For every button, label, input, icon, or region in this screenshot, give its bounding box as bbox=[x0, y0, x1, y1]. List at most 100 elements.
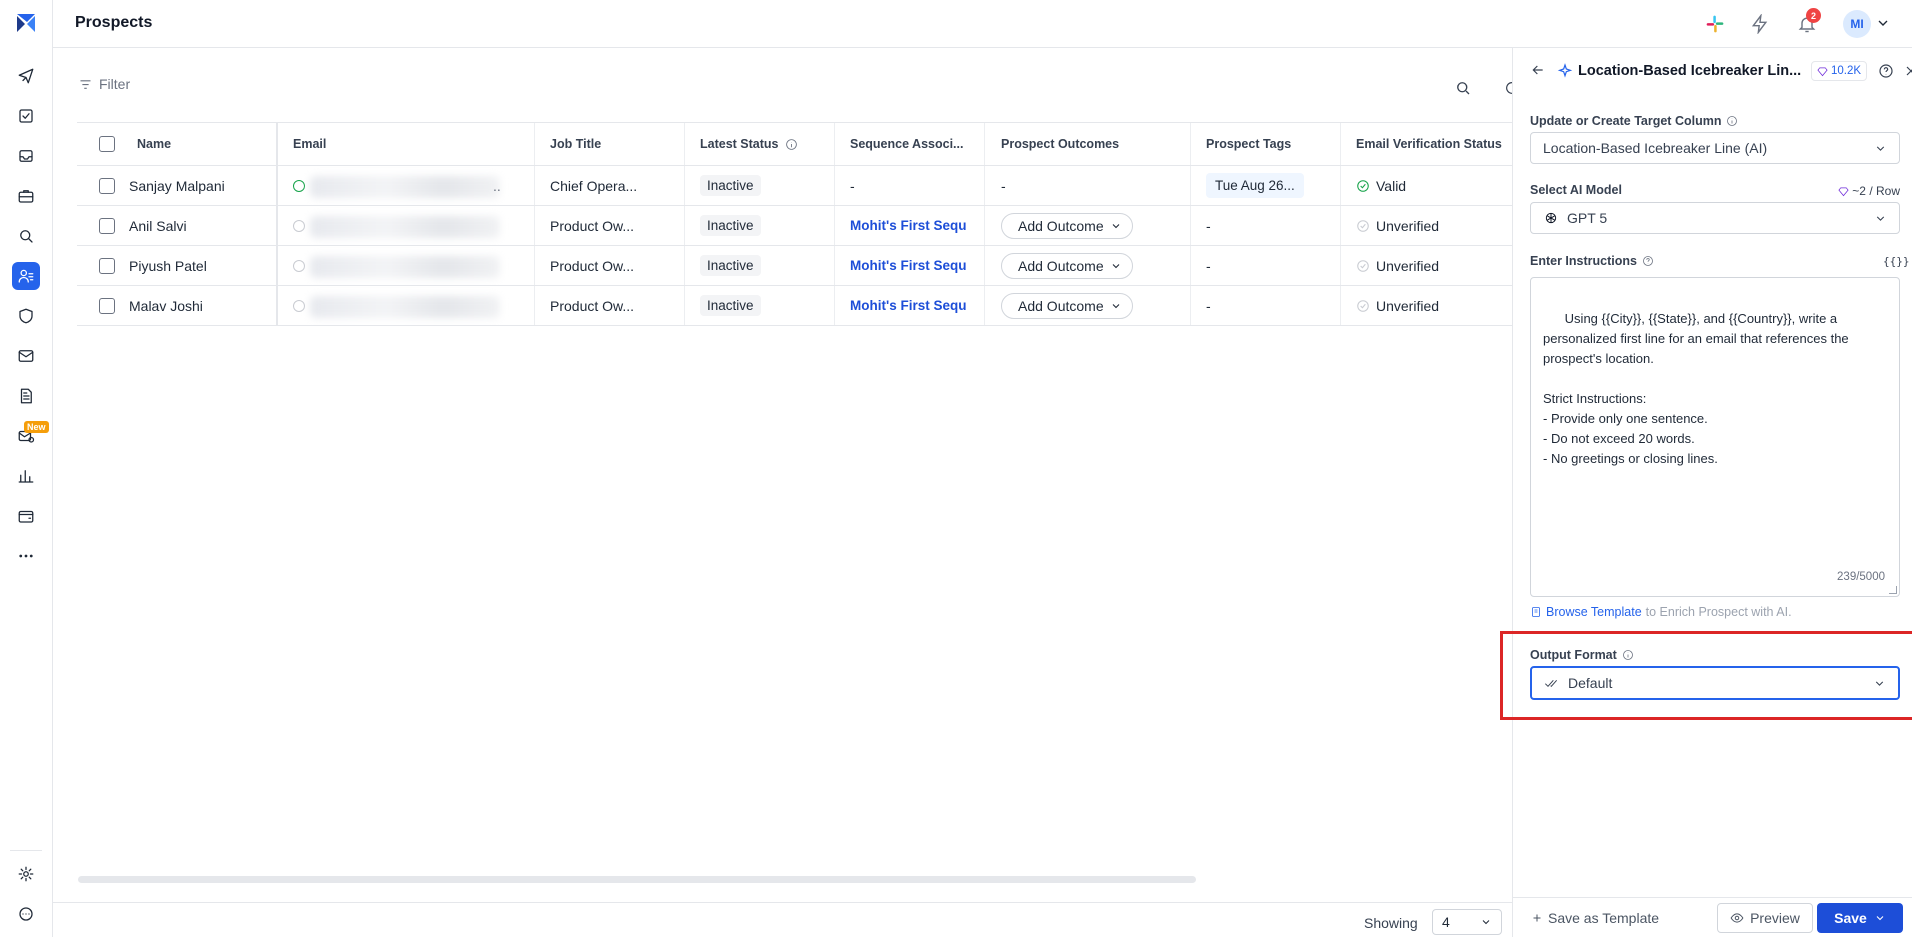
chevron-down-icon[interactable] bbox=[1875, 15, 1893, 33]
verification-status: Unverified bbox=[1376, 217, 1440, 234]
ai-sparkle-icon bbox=[1557, 63, 1573, 79]
campaigns-icon[interactable] bbox=[12, 62, 40, 90]
info-icon[interactable] bbox=[785, 138, 798, 151]
slack-icon[interactable] bbox=[1701, 10, 1729, 38]
prospect-tag[interactable]: Tue Aug 26... bbox=[1206, 173, 1304, 198]
chevron-down-icon bbox=[1482, 920, 1490, 925]
info-icon[interactable] bbox=[1726, 115, 1738, 127]
add-outcome-button[interactable]: Add Outcome bbox=[1001, 292, 1133, 319]
ai-model-select[interactable]: GPT 5 bbox=[1530, 202, 1900, 234]
browse-template-link[interactable]: Browse Template bbox=[1546, 605, 1642, 619]
instructions-label: Enter Instructions bbox=[1530, 254, 1654, 268]
resize-handle[interactable] bbox=[1889, 586, 1897, 594]
sequence-link[interactable]: Mohit's First Sequ bbox=[850, 218, 966, 233]
prospect-name[interactable]: Sanjay Malpani bbox=[129, 178, 225, 194]
avatar[interactable]: MI bbox=[1843, 10, 1871, 38]
column-header-latest-status[interactable]: Latest Status bbox=[685, 123, 835, 165]
analytics-icon[interactable] bbox=[12, 462, 40, 490]
close-icon[interactable] bbox=[1903, 63, 1912, 79]
valid-check-icon bbox=[1356, 179, 1370, 193]
settings-icon[interactable] bbox=[12, 860, 40, 888]
chevron-down-icon bbox=[1112, 303, 1119, 308]
chat-support-icon[interactable] bbox=[12, 900, 40, 928]
app-logo-icon[interactable] bbox=[14, 11, 38, 35]
row-checkbox[interactable] bbox=[99, 257, 115, 274]
select-all-checkbox[interactable] bbox=[99, 136, 115, 152]
panel-header: Location-Based Icebreaker Lin... 10.2K bbox=[1513, 48, 1912, 96]
email-redacted bbox=[310, 296, 500, 318]
instructions-textarea[interactable]: Using {{City}}, {{State}}, and {{Country… bbox=[1530, 277, 1900, 597]
preview-button[interactable]: Preview bbox=[1717, 903, 1813, 933]
email-status-icon bbox=[293, 219, 305, 232]
table-row[interactable]: Sanjay Malpani .. Chief Opera... Inactiv… bbox=[77, 166, 1512, 206]
prospects-icon[interactable] bbox=[12, 262, 40, 290]
column-header-job-title[interactable]: Job Title bbox=[535, 123, 685, 165]
save-as-template-button[interactable]: Save as Template bbox=[1531, 910, 1659, 926]
job-title: Product Ow... bbox=[550, 297, 635, 314]
add-outcome-button[interactable]: Add Outcome bbox=[1001, 212, 1133, 239]
status-badge: Inactive bbox=[700, 175, 761, 196]
row-checkbox[interactable] bbox=[99, 177, 115, 194]
horizontal-scrollbar[interactable] bbox=[78, 876, 1196, 883]
row-checkbox[interactable] bbox=[99, 217, 115, 234]
column-header-email[interactable]: Email bbox=[278, 123, 535, 165]
row-checkbox[interactable] bbox=[99, 297, 115, 314]
rail-divider bbox=[10, 850, 42, 851]
prospect-name[interactable]: Malav Joshi bbox=[129, 298, 203, 314]
unverified-icon bbox=[1356, 259, 1370, 273]
prospect-name[interactable]: Piyush Patel bbox=[129, 258, 207, 274]
bell-icon[interactable]: 2 bbox=[1793, 8, 1821, 38]
tag-value: - bbox=[1206, 257, 1211, 274]
table-row[interactable]: Anil Salvi Product Ow... Inactive Mohit'… bbox=[77, 206, 1512, 246]
prospect-name[interactable]: Anil Salvi bbox=[129, 218, 187, 234]
job-title: Product Ow... bbox=[550, 217, 635, 234]
search-nav-icon[interactable] bbox=[12, 222, 40, 250]
tasks-icon[interactable] bbox=[12, 102, 40, 130]
unverified-icon bbox=[1356, 299, 1370, 313]
table-row[interactable]: Piyush Patel Product Ow... Inactive Mohi… bbox=[77, 246, 1512, 286]
target-column-select[interactable]: Location-Based Icebreaker Line (AI) bbox=[1530, 132, 1900, 164]
verification-status: Unverified bbox=[1376, 297, 1440, 314]
save-button[interactable]: Save bbox=[1817, 903, 1903, 933]
sequence-link[interactable]: Mohit's First Sequ bbox=[850, 258, 966, 273]
briefcase-icon[interactable] bbox=[12, 182, 40, 210]
column-header-verification[interactable]: Email Verification Status bbox=[1341, 123, 1512, 165]
shield-icon[interactable] bbox=[12, 302, 40, 330]
column-header-outcomes[interactable]: Prospect Outcomes bbox=[985, 123, 1191, 165]
notification-badge: 2 bbox=[1806, 8, 1821, 23]
tag-value: - bbox=[1206, 297, 1211, 314]
status-badge: Inactive bbox=[700, 215, 761, 236]
target-column-label: Update or Create Target Column bbox=[1530, 114, 1738, 128]
table-row[interactable]: Malav Joshi Product Ow... Inactive Mohit… bbox=[77, 286, 1512, 326]
chevron-down-icon bbox=[1874, 212, 1887, 225]
lightning-icon[interactable] bbox=[1746, 10, 1774, 38]
email-status-icon bbox=[293, 299, 305, 312]
column-header-sequence[interactable]: Sequence Associ... bbox=[835, 123, 985, 165]
browse-template-row: Browse Template to Enrich Prospect with … bbox=[1530, 605, 1792, 619]
gem-icon bbox=[1817, 66, 1828, 76]
back-arrow-icon[interactable] bbox=[1530, 62, 1548, 80]
sequence-link[interactable]: Mohit's First Sequ bbox=[850, 298, 966, 313]
sequence-value: - bbox=[850, 177, 855, 194]
refresh-icon[interactable] bbox=[1504, 80, 1512, 98]
help-icon[interactable] bbox=[1878, 63, 1894, 79]
left-rail: New bbox=[0, 0, 53, 937]
wallet-icon[interactable] bbox=[12, 502, 40, 530]
showing-label: Showing bbox=[1364, 915, 1418, 931]
mail-icon[interactable] bbox=[12, 342, 40, 370]
insert-variable-icon[interactable]: {{}} bbox=[1883, 255, 1910, 268]
inbox-icon[interactable] bbox=[12, 142, 40, 170]
panel-title: Location-Based Icebreaker Lin... bbox=[1578, 63, 1802, 79]
status-badge: Inactive bbox=[700, 255, 761, 276]
document-icon[interactable] bbox=[12, 382, 40, 410]
add-outcome-button[interactable]: Add Outcome bbox=[1001, 252, 1133, 279]
column-header-name[interactable]: Name bbox=[77, 123, 278, 165]
filter-button[interactable]: Filter bbox=[78, 76, 130, 92]
more-icon[interactable] bbox=[12, 542, 40, 570]
search-icon[interactable] bbox=[1450, 75, 1476, 101]
new-badge: New bbox=[24, 421, 49, 433]
column-header-tags[interactable]: Prospect Tags bbox=[1191, 123, 1341, 165]
page-size-select[interactable]: 4 bbox=[1432, 909, 1502, 935]
table-header: Name Email Job Title Latest Status Seque… bbox=[77, 122, 1512, 166]
help-icon[interactable] bbox=[1642, 255, 1654, 267]
